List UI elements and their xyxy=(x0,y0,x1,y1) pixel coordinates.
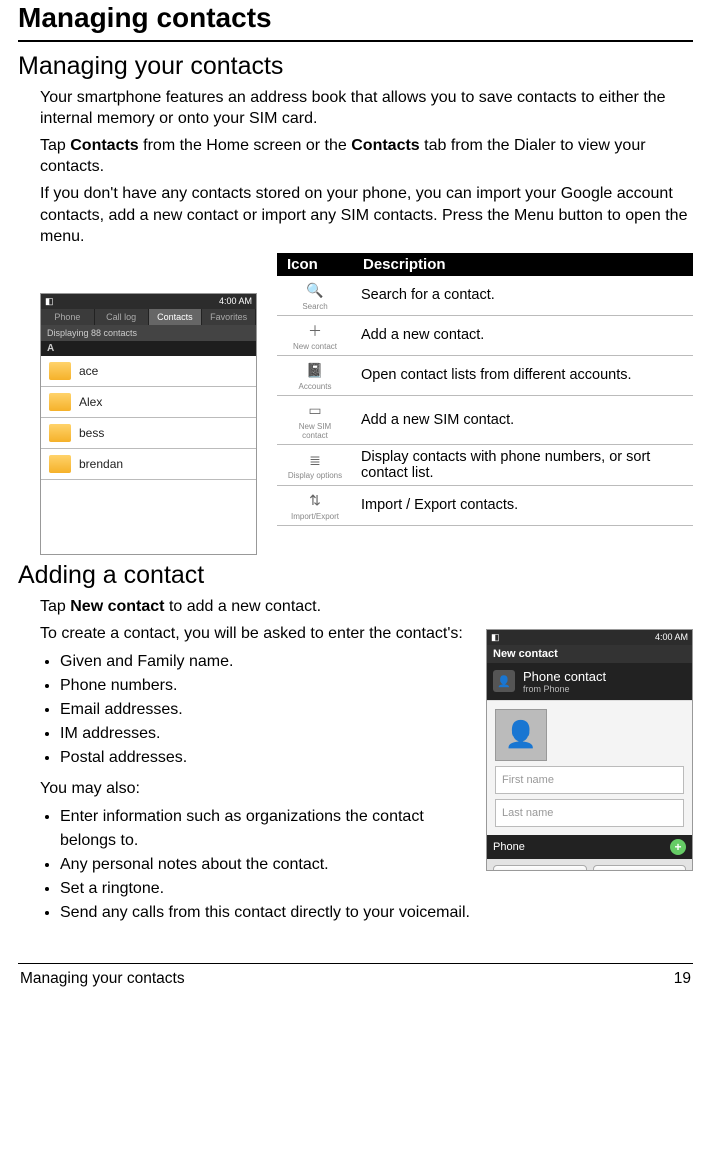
status-left-icon: ◧ xyxy=(491,632,500,643)
section1-heading: Managing your contacts xyxy=(18,52,693,81)
table-row: ＋New contact Add a new contact. xyxy=(277,315,693,355)
screenshot-new-contact: ◧ 4:00 AM New contact 👤 Phone contact fr… xyxy=(486,629,693,871)
status-left-icon: ◧ xyxy=(45,296,54,307)
row-desc: Open contact lists from different accoun… xyxy=(353,355,693,395)
ui-contacts-2: Contacts xyxy=(351,137,419,154)
ss1-contact-item: ace xyxy=(41,356,256,387)
accounts-icon: 📓Accounts xyxy=(285,360,345,391)
ss1-section-header: A xyxy=(41,341,256,356)
ui-new-contact: New contact xyxy=(70,598,164,615)
add-phone-icon: + xyxy=(670,839,686,855)
section2-p1: Tap New contact to add a new contact. xyxy=(40,596,693,617)
th-description: Description xyxy=(353,253,693,276)
section1-p1: Your smartphone features an address book… xyxy=(40,87,693,129)
display-options-icon: ≣Display options xyxy=(285,449,345,480)
footer-section: Managing your contacts xyxy=(20,970,185,988)
table-row: 📓Accounts Open contact lists from differ… xyxy=(277,355,693,395)
import-export-icon: ⇅Import/Export xyxy=(285,490,345,521)
row-desc: Import / Export contacts. xyxy=(353,485,693,525)
ss2-from: from Phone xyxy=(523,684,606,694)
row-desc: Add a new SIM contact. xyxy=(353,395,693,444)
row-desc: Add a new contact. xyxy=(353,315,693,355)
first-name-field: First name xyxy=(495,766,684,794)
table-row: 🔍Search Search for a contact. xyxy=(277,276,693,316)
last-name-field: Last name xyxy=(495,799,684,827)
done-button: Done xyxy=(493,865,587,871)
status-time: 4:00 AM xyxy=(655,632,688,643)
photo-placeholder-icon: 👤 xyxy=(495,709,547,761)
section1-p2: Tap Contacts from the Home screen or the… xyxy=(40,135,693,177)
ss1-tab-favorites: Favorites xyxy=(202,309,256,325)
contact-chip-icon xyxy=(49,362,71,380)
ss1-contact-item: Alex xyxy=(41,387,256,418)
page-title: Managing contacts xyxy=(18,2,693,34)
footer-rule xyxy=(18,963,693,964)
ss1-tab-phone: Phone xyxy=(41,309,95,325)
status-time: 4:00 AM xyxy=(219,296,252,307)
ss1-count-bar: Displaying 88 contacts xyxy=(41,325,256,341)
table-row: ▭New SIM contact Add a new SIM contact. xyxy=(277,395,693,444)
ss1-contact-item: bess xyxy=(41,418,256,449)
table-row: ≣Display options Display contacts with p… xyxy=(277,444,693,485)
revert-button: Revert xyxy=(593,865,687,871)
ss2-title: New contact xyxy=(487,645,692,663)
list-item: Set a ringtone. xyxy=(60,877,693,901)
new-contact-icon: ＋New contact xyxy=(285,320,345,351)
ui-contacts-1: Contacts xyxy=(70,137,138,154)
search-icon: 🔍Search xyxy=(285,280,345,311)
icon-description-table: Icon Description 🔍Search Search for a co… xyxy=(277,253,693,526)
ss1-tab-calllog: Call log xyxy=(95,309,149,325)
footer-page-number: 19 xyxy=(674,970,691,988)
contact-chip-icon xyxy=(49,393,71,411)
list-item: Send any calls from this contact directl… xyxy=(60,901,693,925)
th-icon: Icon xyxy=(277,253,353,276)
table-row: ⇅Import/Export Import / Export contacts. xyxy=(277,485,693,525)
new-sim-contact-icon: ▭New SIM contact xyxy=(285,400,345,440)
ss1-contact-item: brendan xyxy=(41,449,256,480)
contact-chip-icon xyxy=(49,424,71,442)
ss2-section-phone: Phone xyxy=(493,841,525,853)
row-desc: Display contacts with phone numbers, or … xyxy=(353,444,693,485)
ss1-tab-contacts: Contacts xyxy=(149,309,203,325)
section1-p3: If you don't have any contacts stored on… xyxy=(40,183,693,246)
person-icon: 👤 xyxy=(493,670,515,692)
row-desc: Search for a contact. xyxy=(353,276,693,316)
contact-chip-icon xyxy=(49,455,71,473)
ss1-tabs: Phone Call log Contacts Favorites xyxy=(41,309,256,325)
ss2-contact-type: Phone contact xyxy=(523,669,606,684)
title-rule xyxy=(18,40,693,42)
section2-heading: Adding a contact xyxy=(18,561,693,590)
screenshot-contacts-list: ◧ 4:00 AM Phone Call log Contacts Favori… xyxy=(40,293,257,555)
